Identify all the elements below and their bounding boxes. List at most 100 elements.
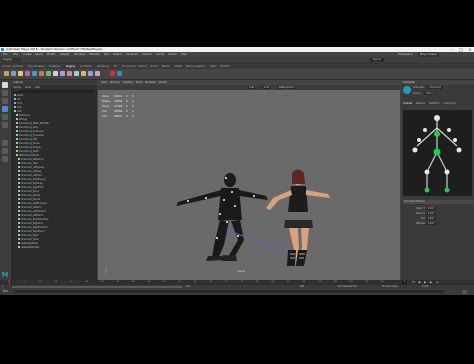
- command-input[interactable]: [14, 290, 444, 293]
- blendshape-icon[interactable]: [53, 71, 58, 76]
- node-icon: [18, 242, 20, 244]
- move-tool-icon[interactable]: [2, 106, 8, 112]
- node-icon: [16, 114, 18, 116]
- hik-tab-definition[interactable]: Definition: [429, 102, 440, 105]
- node-icon: [18, 194, 20, 196]
- node-icon: [16, 146, 18, 148]
- wrap-icon[interactable]: [60, 71, 65, 76]
- script-editor-icon[interactable]: [462, 290, 467, 294]
- hik-right-shoulder-effector: [447, 128, 451, 132]
- hik-control-map[interactable]: [403, 110, 472, 196]
- node-icon: [18, 186, 20, 188]
- node-icon: [16, 130, 18, 132]
- parent-constraint-icon[interactable]: [81, 71, 86, 76]
- node-icon: [18, 226, 20, 228]
- graph-editor-icon[interactable]: [117, 71, 122, 76]
- layout-side-icon[interactable]: [2, 156, 8, 162]
- time-slider[interactable]: 1510152025303540455055606570758085909510…: [0, 280, 474, 289]
- hik-section-header[interactable]: Animated Stiffness: [403, 200, 473, 204]
- time-tick-label: 35: [116, 281, 120, 283]
- hik-left-foot-effector: [424, 187, 430, 193]
- node-icon: [18, 246, 20, 248]
- node-icon: [18, 222, 20, 224]
- hik-icon[interactable]: [32, 71, 37, 76]
- scene-characters[interactable]: [98, 80, 400, 280]
- hik-title: HumanIK: [401, 80, 474, 85]
- time-tick-label: 60: [194, 281, 197, 283]
- hik-logo-icon: [403, 86, 411, 94]
- outliner-item[interactable]: defaultObjectSet: [14, 246, 97, 250]
- time-tick-label: 40: [132, 281, 135, 283]
- orient-constraint-icon[interactable]: [67, 71, 72, 76]
- node-icon: [18, 170, 20, 172]
- hik-right-hand-effector: [456, 147, 462, 153]
- time-tick-label: 50: [163, 281, 166, 283]
- hik-source-dropdown[interactable]: Stance: [423, 92, 436, 95]
- paint-select-icon[interactable]: [2, 98, 8, 104]
- paint-weights-icon[interactable]: [25, 71, 30, 76]
- bind-skin-icon[interactable]: [18, 71, 23, 76]
- node-icon: [18, 202, 20, 204]
- time-tick-label: 25: [85, 281, 89, 283]
- aim-constraint-icon[interactable]: [88, 71, 93, 76]
- range-bar[interactable]: [12, 286, 182, 288]
- camera-icon: [14, 98, 16, 100]
- hik-tab-custom-rig[interactable]: Custom Rig: [443, 102, 456, 105]
- node-icon: [16, 154, 18, 156]
- node-icon: [16, 138, 18, 140]
- hik-field-input[interactable]: 0.000: [425, 207, 436, 210]
- ik-handle-icon[interactable]: [11, 71, 16, 76]
- layout-single-icon[interactable]: [2, 140, 8, 146]
- time-tick-label: 20: [70, 281, 73, 283]
- time-tick-label: 45: [147, 281, 151, 283]
- outliner-search-input[interactable]: [13, 89, 93, 93]
- viewport[interactable]: View Shading Lighting Show Renderer Pane…: [98, 80, 400, 280]
- go-end-button[interactable]: ⏭: [436, 280, 439, 284]
- layout-four-icon[interactable]: [2, 148, 8, 154]
- lasso-tool-icon[interactable]: [2, 90, 8, 96]
- node-icon: [18, 190, 20, 192]
- male-character: [176, 173, 268, 261]
- node-icon: [18, 214, 20, 216]
- hik-left-hand-effector: [412, 147, 418, 153]
- node-icon: [18, 198, 20, 200]
- time-tick-label: 80: [256, 281, 259, 283]
- play-button[interactable]: ▶: [424, 280, 426, 284]
- node-icon: [18, 166, 20, 168]
- time-tick-label: 75: [240, 281, 244, 283]
- select-tool-icon[interactable]: [2, 82, 8, 88]
- hik-right-foot-effector: [444, 187, 450, 193]
- hik-tab-controls[interactable]: Controls: [403, 102, 412, 105]
- time-tick-label: 95: [302, 281, 306, 283]
- time-tick-label: 120: [380, 281, 384, 283]
- node-icon: [18, 210, 20, 212]
- hik-field-input[interactable]: 0.000: [425, 222, 436, 225]
- hik-figure[interactable]: [403, 110, 472, 196]
- step-forward-button[interactable]: ▶: [430, 280, 432, 284]
- outliner-list: persp top front side Char Reference RHinge Move…: [11, 94, 97, 250]
- rotate-tool-icon[interactable]: [2, 114, 8, 120]
- hik-field-input[interactable]: 0.000: [425, 217, 436, 220]
- time-tick-label: 55: [178, 281, 182, 283]
- set-key-icon[interactable]: [110, 71, 115, 76]
- lattice-icon[interactable]: [46, 71, 51, 76]
- step-back-button[interactable]: ◀: [418, 280, 420, 284]
- pole-vector-icon[interactable]: [95, 71, 100, 76]
- node-icon: [16, 126, 18, 128]
- command-lang-label[interactable]: MEL: [3, 289, 8, 295]
- hik-field-input[interactable]: 0.000: [425, 212, 436, 215]
- sign-in-button[interactable]: Sign In: [370, 58, 385, 62]
- hik-chest-effector: [434, 131, 440, 137]
- hik-character-dropdown[interactable]: Character1: [427, 86, 444, 89]
- point-constraint-icon[interactable]: [74, 71, 79, 76]
- mode-dropdown[interactable]: Rigging: [2, 58, 21, 62]
- current-frame-field[interactable]: 1: [402, 280, 408, 284]
- cluster-icon[interactable]: [39, 71, 44, 76]
- outliner-panel: Outliner Display Show Help persptopfront…: [11, 80, 97, 280]
- hik-field-row: Stiffness 0.000: [415, 222, 436, 225]
- scale-tool-icon[interactable]: [2, 122, 8, 128]
- joint-tool-icon[interactable]: [4, 71, 9, 76]
- hik-tab-skeleton[interactable]: Skeleton: [416, 102, 425, 105]
- camera-icon: [14, 94, 16, 96]
- go-start-button[interactable]: ⏮: [412, 280, 415, 284]
